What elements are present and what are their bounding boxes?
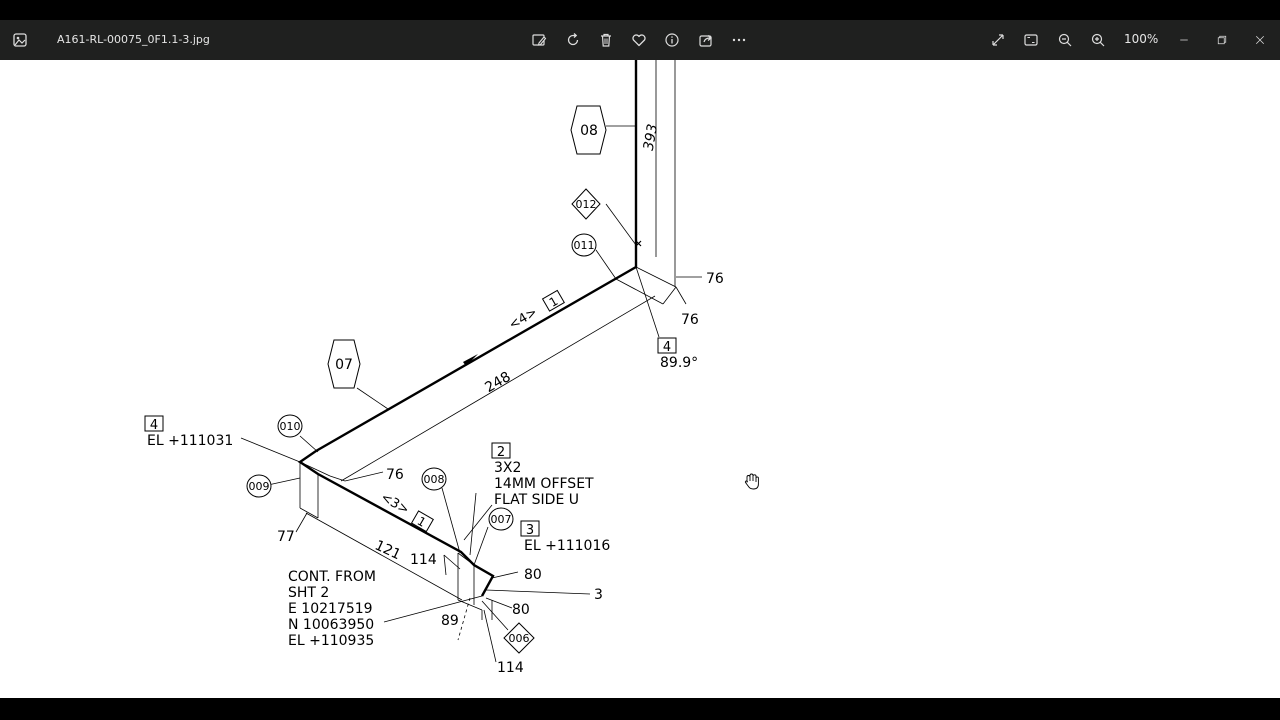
dim-80-b: 80	[512, 602, 530, 618]
tag-3: 3	[520, 520, 540, 538]
svg-text:3: 3	[526, 523, 534, 538]
component-012: 012	[571, 188, 601, 220]
angle-note: 89.9°	[660, 355, 698, 371]
hand-cursor-icon	[744, 473, 759, 490]
rotate-icon[interactable]	[561, 28, 585, 52]
tag-4-angle: 4	[657, 337, 677, 355]
svg-text:07: 07	[335, 357, 353, 373]
zoom-out-icon[interactable]	[1053, 28, 1077, 52]
svg-text:008: 008	[424, 473, 445, 486]
dim-76-b: 76	[681, 312, 699, 328]
top-border	[0, 0, 1280, 20]
dim-89: 89	[441, 613, 459, 629]
tag-2: 2	[491, 442, 511, 460]
edit-image-icon[interactable]	[527, 28, 551, 52]
bottom-border	[0, 698, 1280, 720]
image-canvas[interactable]: 08 07 012 011 010 009 008 007 006 4 4 2 …	[0, 60, 1280, 698]
share-icon[interactable]	[694, 28, 718, 52]
offset-note: 14MM OFFSET	[494, 476, 594, 492]
dim-3: 3	[594, 587, 603, 603]
svg-text:007: 007	[491, 513, 512, 526]
tag-4-elevation: 4	[144, 415, 164, 433]
component-07: 07	[327, 339, 361, 389]
file-name: A161-RL-00075_0F1.1-3.jpg	[57, 33, 210, 46]
component-008: 008	[421, 467, 447, 491]
dim-114-a: 114	[410, 552, 437, 568]
elevation-note-1: EL +111031	[147, 433, 233, 449]
svg-text:009: 009	[249, 480, 270, 493]
component-009: 009	[246, 474, 272, 498]
component-006: 006	[503, 622, 535, 654]
dim-80-a: 80	[524, 567, 542, 583]
zoom-level[interactable]: 100%	[1124, 32, 1158, 46]
component-011: 011	[571, 233, 597, 257]
restore-icon[interactable]	[1208, 26, 1236, 54]
fit-to-window-icon[interactable]	[1019, 28, 1043, 52]
segment-label-4: <4>	[506, 305, 540, 333]
more-icon[interactable]	[727, 28, 751, 52]
svg-text:08: 08	[580, 123, 598, 139]
flat-side-note: FLAT SIDE U	[494, 492, 579, 508]
continuation-note-5: EL +110935	[288, 633, 374, 649]
tag-1-lower: 1	[410, 510, 434, 533]
svg-text:006: 006	[509, 632, 530, 645]
dim-76-a: 76	[706, 271, 724, 287]
fullscreen-icon[interactable]	[986, 28, 1010, 52]
dim-114-b: 114	[497, 660, 524, 676]
svg-text:012: 012	[576, 198, 597, 211]
svg-text:011: 011	[574, 239, 595, 252]
component-08: 08	[570, 105, 607, 155]
close-icon[interactable]	[1246, 26, 1274, 54]
dim-248: 248	[482, 369, 513, 396]
delete-icon[interactable]	[594, 28, 618, 52]
title-bar: A161-RL-00075_0F1.1-3.jpg 100%	[0, 20, 1280, 60]
continuation-note-1: CONT. FROM	[288, 569, 376, 585]
component-010: 010	[277, 414, 303, 438]
svg-text:2: 2	[497, 445, 505, 460]
minimize-icon[interactable]	[1170, 26, 1198, 54]
svg-text:4: 4	[150, 418, 158, 433]
dim-121: 121	[372, 537, 403, 563]
info-icon[interactable]	[660, 28, 684, 52]
dim-77: 77	[277, 529, 295, 545]
dim-393: 393	[641, 123, 661, 152]
svg-text:4: 4	[663, 340, 671, 355]
photos-app-icon	[12, 32, 28, 48]
elevation-note-2: EL +111016	[524, 538, 610, 554]
continuation-note-3: E 10217519	[288, 601, 373, 617]
component-007: 007	[488, 507, 514, 531]
zoom-in-icon[interactable]	[1086, 28, 1110, 52]
continuation-note-4: N 10063950	[288, 617, 374, 633]
continuation-note-2: SHT 2	[288, 585, 329, 601]
size-note: 3X2	[494, 460, 521, 476]
dim-76-c: 76	[386, 467, 404, 483]
svg-text:010: 010	[280, 420, 301, 433]
favorite-icon[interactable]	[627, 28, 651, 52]
segment-label-3: <3>	[378, 490, 412, 518]
isometric-drawing: 08 07 012 011 010 009 008 007 006 4 4 2 …	[144, 60, 759, 676]
